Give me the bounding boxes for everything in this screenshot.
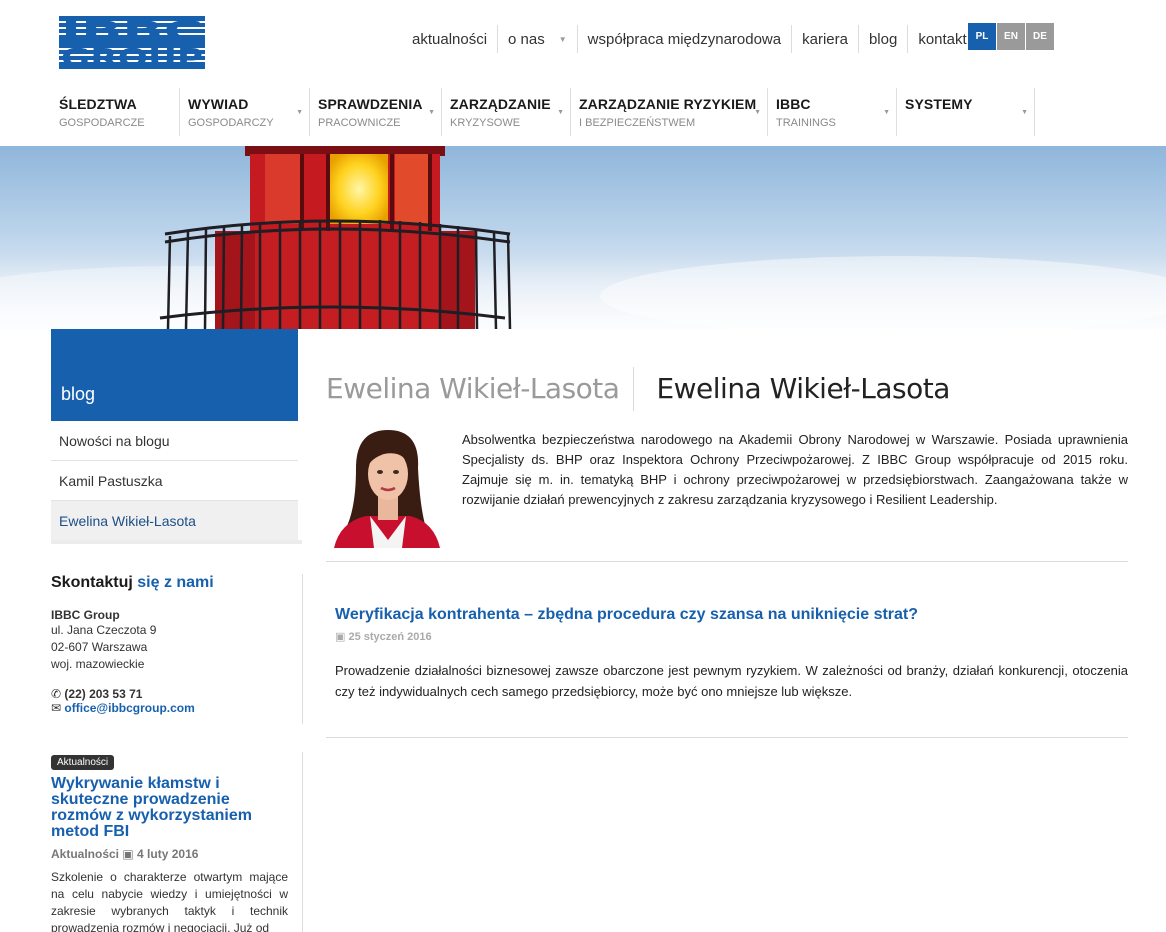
contact-city: 02-607 Warszawa xyxy=(51,640,148,654)
top-nav-label: kontakt xyxy=(918,30,967,48)
sidebar-item-nowosci[interactable]: Nowości na blogu xyxy=(51,421,298,461)
top-nav-label: aktualności xyxy=(412,30,488,48)
calendar-icon: ▣ xyxy=(122,847,134,861)
top-nav-kontakt[interactable]: kontakt xyxy=(908,25,976,53)
ibbc-group-logo[interactable]: IBBC GROUP xyxy=(59,16,205,74)
language-switcher: PL EN DE xyxy=(968,23,1054,50)
author-portrait-image xyxy=(326,428,445,548)
caret-down-icon: ▼ xyxy=(883,109,890,116)
author-photo xyxy=(326,428,445,548)
contact-org: IBBC Group xyxy=(51,608,120,622)
caret-down-icon: ▼ xyxy=(1021,109,1028,116)
hero-lighthouse-banner xyxy=(0,146,1166,329)
envelope-icon: ✉ xyxy=(51,701,62,715)
logo-text-bottom: GROUP xyxy=(61,44,203,69)
main-nav-title: ŚLEDZTWA xyxy=(59,96,137,112)
main-nav-systemy[interactable]: SYSTEMY ▼ xyxy=(905,88,1035,136)
contact-heading: Skontaktuj się z nami xyxy=(51,574,302,592)
post-date: ▣ 25 styczeń 2016 xyxy=(335,630,432,643)
lang-de-button[interactable]: DE xyxy=(1026,23,1054,50)
caret-down-icon: ▼ xyxy=(558,34,567,44)
contact-heading-b: się z nami xyxy=(137,574,214,591)
content-divider xyxy=(326,737,1128,738)
sidebar-item-kamil-pastuszka[interactable]: Kamil Pastuszka xyxy=(51,461,298,501)
top-nav-label: blog xyxy=(868,30,898,48)
main-nav-sledztwa[interactable]: ŚLEDZTWA GOSPODARCZE xyxy=(59,88,180,136)
main-nav-subtitle: GOSPODARCZE xyxy=(59,117,145,129)
logo-text-top: IBBC xyxy=(61,16,203,47)
top-nav-kariera[interactable]: kariera xyxy=(792,25,859,53)
main-nav-ibbc-trainings[interactable]: IBBC TRAININGS ▼ xyxy=(776,88,897,136)
main-nav-title: WYWIAD xyxy=(188,96,249,112)
page-title: Ewelina Wikieł-Lasota xyxy=(656,372,950,405)
sidebar-menu: Nowości na blogu Kamil Pastuszka Ewelina… xyxy=(51,421,298,541)
news-title-link[interactable]: Wykrywanie kłamstw i skuteczne prowadzen… xyxy=(51,776,288,840)
caret-down-icon: ▼ xyxy=(557,109,564,116)
post-excerpt: Prowadzenie działalności biznesowej zaws… xyxy=(335,663,1128,699)
top-nav-label: współpraca międzynarodowa xyxy=(587,30,782,48)
lighthouse-illustration xyxy=(0,146,1166,329)
main-nav-subtitle: GOSPODARCZY xyxy=(188,117,274,129)
calendar-icon: ▣ xyxy=(335,631,346,643)
main-nav-subtitle: TRAININGS xyxy=(776,117,836,129)
main-nav-title: ZARZĄDZANIE RYZYKIEM xyxy=(579,96,757,112)
page-title-row: Ewelina Wikieł-Lasota Ewelina Wikieł-Las… xyxy=(326,367,950,411)
top-navigation: aktualności o nas ▼ współpraca międzynaro… xyxy=(402,25,977,53)
news-excerpt: Szkolenie o charakterze otwartym mające … xyxy=(51,870,288,932)
post-date-label: 25 styczeń 2016 xyxy=(348,631,432,643)
sidebar-divider xyxy=(51,540,302,544)
top-nav-label: o nas xyxy=(508,30,545,48)
logo-graphic: IBBC GROUP xyxy=(59,16,205,74)
news-category-badge[interactable]: Aktualności xyxy=(51,755,115,770)
contact-heading-a: Skontaktuj xyxy=(51,574,133,591)
contact-widget: Skontaktuj się z nami IBBC Group ul. Jan… xyxy=(51,574,303,724)
top-nav-blog[interactable]: blog xyxy=(859,25,909,53)
caret-down-icon: ▼ xyxy=(428,109,435,116)
phone-icon: ✆ xyxy=(51,687,62,701)
breadcrumb-title: Ewelina Wikieł-Lasota xyxy=(326,367,635,411)
main-nav-subtitle: PRACOWNICZE xyxy=(318,117,401,129)
main-nav-wywiad[interactable]: WYWIAD GOSPODARCZY ▼ xyxy=(188,88,310,136)
news-category[interactable]: Aktualności xyxy=(51,847,119,861)
lang-pl-button[interactable]: PL xyxy=(968,23,996,50)
top-nav-aktualnosci[interactable]: aktualności xyxy=(402,25,499,53)
contact-street: ul. Jana Czeczota 9 xyxy=(51,623,157,637)
news-date: 4 luty 2016 xyxy=(137,847,199,861)
caret-down-icon: ▼ xyxy=(296,109,303,116)
content-divider xyxy=(326,561,1128,562)
sidebar-item-ewelina-wikiel-lasota[interactable]: Ewelina Wikieł-Lasota xyxy=(51,501,298,541)
top-nav-label: kariera xyxy=(802,30,848,48)
top-nav-wspolpraca[interactable]: współpraca międzynarodowa xyxy=(578,25,793,53)
main-nav-subtitle: KRYZYSOWE xyxy=(450,117,521,129)
sidebar-heading-label: blog xyxy=(61,384,96,404)
sidebar-heading-blog: blog xyxy=(51,329,298,421)
main-nav-title: ZARZĄDZANIE xyxy=(450,96,551,112)
main-nav-title: IBBC xyxy=(776,96,811,112)
contact-region: woj. mazowieckie xyxy=(51,657,145,671)
contact-email-row: ✉ office@ibbcgroup.com xyxy=(51,701,302,715)
contact-email-link[interactable]: office@ibbcgroup.com xyxy=(64,701,194,715)
post-title-link[interactable]: Weryfikacja kontrahenta – zbędna procedu… xyxy=(335,606,918,624)
author-bio: Absolwentka bezpieczeństwa narodowego na… xyxy=(462,432,1128,507)
main-nav-subtitle: I BEZPIECZEŃSTWEM xyxy=(579,117,696,129)
news-meta: Aktualności ▣ 4 luty 2016 xyxy=(51,847,288,861)
top-nav-o-nas[interactable]: o nas ▼ xyxy=(498,25,578,53)
contact-phone-row: ✆ (22) 203 53 71 xyxy=(51,687,302,701)
main-nav-zarzadzanie-kryzysowe[interactable]: ZARZĄDZANIE KRYZYSOWE ▼ xyxy=(450,88,571,136)
main-navigation: ŚLEDZTWA GOSPODARCZE WYWIAD GOSPODARCZY … xyxy=(59,88,1043,136)
main-nav-sprawdzenia[interactable]: SPRAWDZENIA PRACOWNICZE ▼ xyxy=(318,88,442,136)
lang-en-button[interactable]: EN xyxy=(997,23,1025,50)
main-nav-title: SYSTEMY xyxy=(905,96,973,112)
main-nav-title: SPRAWDZENIA xyxy=(318,96,423,112)
main-nav-zarzadzanie-ryzykiem[interactable]: ZARZĄDZANIE RYZYKIEM I BEZPIECZEŃSTWEM ▼ xyxy=(579,88,768,136)
sidebar-news-widget: Aktualności Wykrywanie kłamstw i skutecz… xyxy=(51,752,303,932)
caret-down-icon: ▼ xyxy=(754,109,761,116)
contact-phone[interactable]: (22) 203 53 71 xyxy=(64,687,142,701)
